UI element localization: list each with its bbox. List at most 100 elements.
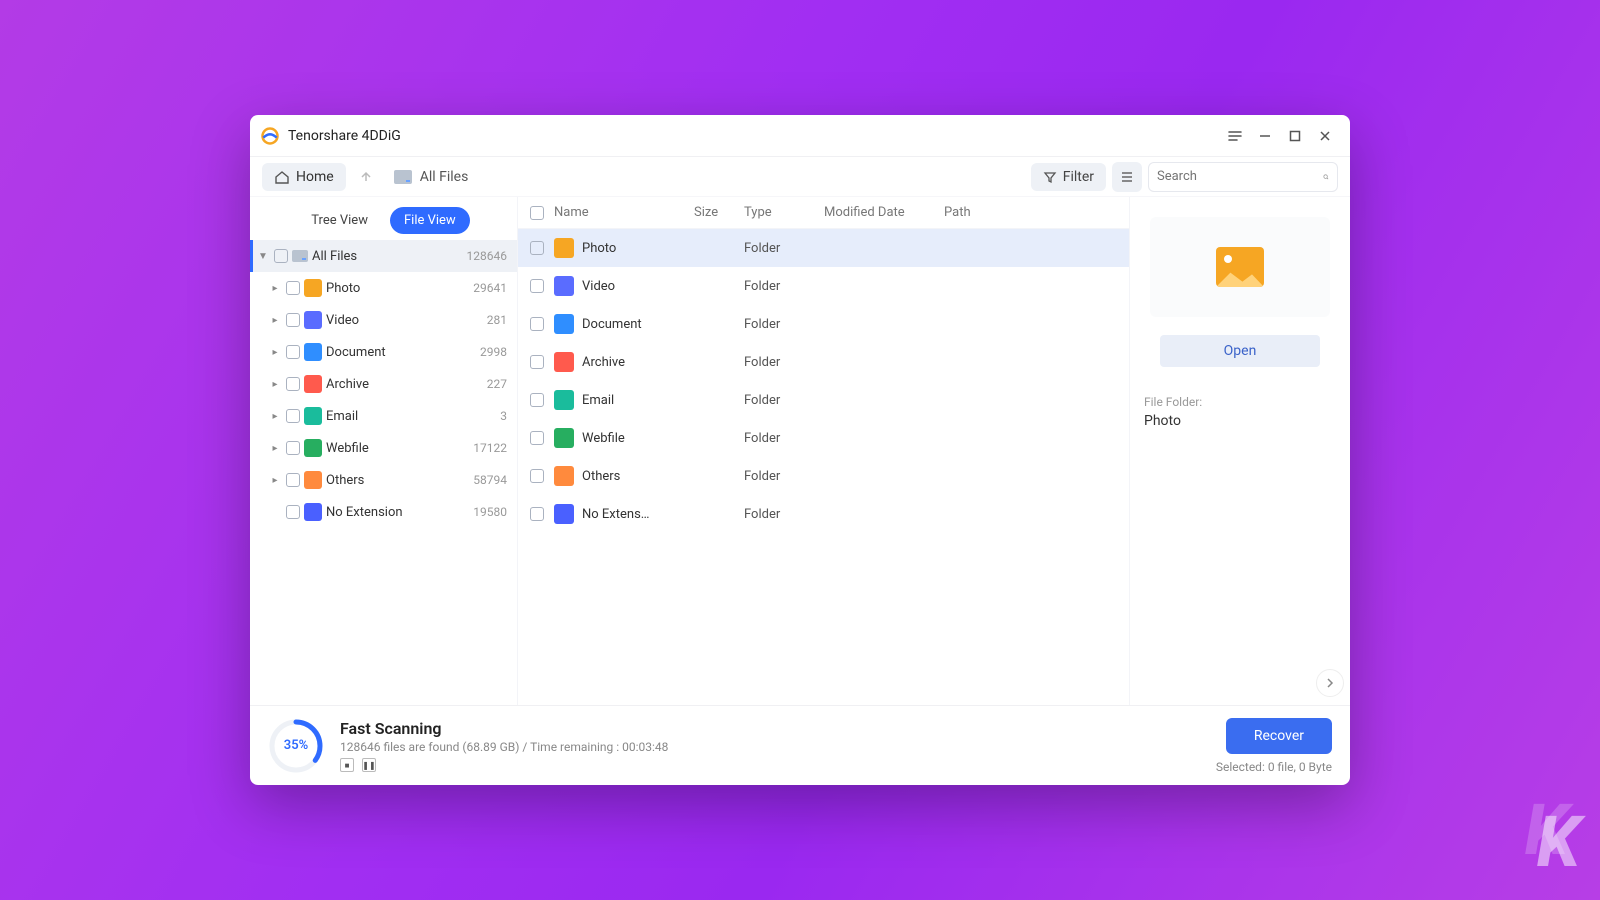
- row-name-text: Others: [582, 469, 620, 484]
- table-row[interactable]: Archive Folder: [518, 343, 1129, 381]
- list-icon: [1119, 169, 1135, 185]
- filter-icon: [1043, 170, 1057, 184]
- scan-subtext: 128646 files are found (68.89 GB) / Time…: [340, 740, 1200, 754]
- tree-root-count: 128646: [467, 249, 507, 263]
- search-input[interactable]: [1157, 169, 1323, 184]
- tree-item[interactable]: ▸ Webfile 17122: [250, 432, 517, 464]
- col-name[interactable]: Name: [554, 205, 694, 220]
- recover-button[interactable]: Recover: [1226, 718, 1332, 754]
- row-name-text: Archive: [582, 355, 625, 370]
- up-button[interactable]: [352, 163, 380, 191]
- tree-item[interactable]: No Extension 19580: [250, 496, 517, 528]
- tree-item[interactable]: ▸ Email 3: [250, 400, 517, 432]
- table-row[interactable]: No Extens… Folder: [518, 495, 1129, 533]
- checkbox[interactable]: [530, 241, 544, 255]
- caret-right-icon[interactable]: ▸: [268, 283, 282, 294]
- col-modified[interactable]: Modified Date: [824, 205, 944, 220]
- caret-right-icon[interactable]: ▸: [268, 347, 282, 358]
- tree-item-count: 281: [487, 313, 507, 327]
- caret-right-icon[interactable]: ▸: [268, 443, 282, 454]
- sidebar: Tree View File View ▼ All Files 128646 ▸…: [250, 197, 518, 705]
- pause-button[interactable]: ❚❚: [362, 758, 376, 772]
- table-header: Name Size Type Modified Date Path: [518, 197, 1129, 229]
- selected-info: Selected: 0 file, 0 Byte: [1216, 760, 1332, 774]
- table-row[interactable]: Photo Folder: [518, 229, 1129, 267]
- search-box[interactable]: [1148, 162, 1338, 192]
- caret-right-icon[interactable]: ▸: [268, 379, 282, 390]
- tab-file-view[interactable]: File View: [390, 207, 470, 234]
- tree-item[interactable]: ▸ Video 281: [250, 304, 517, 336]
- folder-type-icon: [554, 276, 574, 296]
- tree-item-count: 19580: [473, 505, 507, 519]
- footer: 35% Fast Scanning 128646 files are found…: [250, 705, 1350, 785]
- titlebar: Tenorshare 4DDiG: [250, 115, 1350, 157]
- caret-right-icon[interactable]: ▸: [268, 475, 282, 486]
- tree-item-label: Document: [326, 345, 476, 360]
- folder-type-icon: [304, 311, 322, 329]
- table-row[interactable]: Video Folder: [518, 267, 1129, 305]
- app-title: Tenorshare 4DDiG: [288, 128, 401, 144]
- col-type[interactable]: Type: [744, 205, 824, 220]
- caret-down-icon[interactable]: ▼: [256, 251, 270, 262]
- checkbox[interactable]: [286, 409, 300, 423]
- col-size[interactable]: Size: [694, 205, 744, 220]
- tree-item-label: Video: [326, 313, 483, 328]
- table-row[interactable]: Document Folder: [518, 305, 1129, 343]
- file-list: Name Size Type Modified Date Path Photo …: [518, 197, 1130, 705]
- checkbox[interactable]: [530, 393, 544, 407]
- checkbox[interactable]: [286, 505, 300, 519]
- stop-button[interactable]: ■: [340, 758, 354, 772]
- image-icon: [1216, 247, 1264, 287]
- tree-item-count: 17122: [473, 441, 507, 455]
- row-name-text: No Extens…: [582, 507, 649, 522]
- preview-panel: Open File Folder: Photo: [1130, 197, 1350, 705]
- checkbox[interactable]: [530, 431, 544, 445]
- checkbox[interactable]: [286, 345, 300, 359]
- checkbox[interactable]: [530, 507, 544, 521]
- next-button[interactable]: [1316, 669, 1344, 697]
- row-name-text: Video: [582, 279, 615, 294]
- minimize-button[interactable]: [1250, 121, 1280, 151]
- checkbox[interactable]: [274, 249, 288, 263]
- checkbox-all[interactable]: [530, 206, 544, 220]
- tree-root-all-files[interactable]: ▼ All Files 128646: [250, 240, 517, 272]
- caret-right-icon[interactable]: ▸: [268, 411, 282, 422]
- checkbox[interactable]: [530, 355, 544, 369]
- tree-item[interactable]: ▸ Archive 227: [250, 368, 517, 400]
- table-row[interactable]: Webfile Folder: [518, 419, 1129, 457]
- scan-title: Fast Scanning: [340, 719, 1200, 738]
- checkbox[interactable]: [530, 317, 544, 331]
- open-button[interactable]: Open: [1160, 335, 1320, 367]
- table-row[interactable]: Others Folder: [518, 457, 1129, 495]
- caret-right-icon[interactable]: ▸: [268, 315, 282, 326]
- checkbox[interactable]: [286, 377, 300, 391]
- tree-item-label: Webfile: [326, 441, 469, 456]
- tree-item-label: Archive: [326, 377, 483, 392]
- view-tabs: Tree View File View: [250, 197, 517, 240]
- table-row[interactable]: Email Folder: [518, 381, 1129, 419]
- tree-item-label: No Extension: [326, 505, 469, 520]
- checkbox[interactable]: [286, 441, 300, 455]
- row-name-text: Email: [582, 393, 614, 408]
- tree-item[interactable]: ▸ Document 2998: [250, 336, 517, 368]
- breadcrumb[interactable]: All Files: [394, 169, 469, 185]
- hamburger-menu-icon[interactable]: [1220, 121, 1250, 151]
- row-type: Folder: [744, 317, 824, 332]
- checkbox[interactable]: [286, 313, 300, 327]
- checkbox[interactable]: [530, 279, 544, 293]
- list-view-button[interactable]: [1112, 162, 1142, 192]
- checkbox[interactable]: [286, 473, 300, 487]
- tab-tree-view[interactable]: Tree View: [297, 207, 382, 234]
- maximize-button[interactable]: [1280, 121, 1310, 151]
- filter-button[interactable]: Filter: [1031, 163, 1106, 191]
- home-icon: [274, 169, 290, 185]
- folder-type-icon: [554, 352, 574, 372]
- row-type: Folder: [744, 393, 824, 408]
- tree-item[interactable]: ▸ Photo 29641: [250, 272, 517, 304]
- checkbox[interactable]: [286, 281, 300, 295]
- col-path[interactable]: Path: [944, 205, 1117, 220]
- home-button[interactable]: Home: [262, 163, 346, 191]
- checkbox[interactable]: [530, 469, 544, 483]
- tree-item[interactable]: ▸ Others 58794: [250, 464, 517, 496]
- close-button[interactable]: [1310, 121, 1340, 151]
